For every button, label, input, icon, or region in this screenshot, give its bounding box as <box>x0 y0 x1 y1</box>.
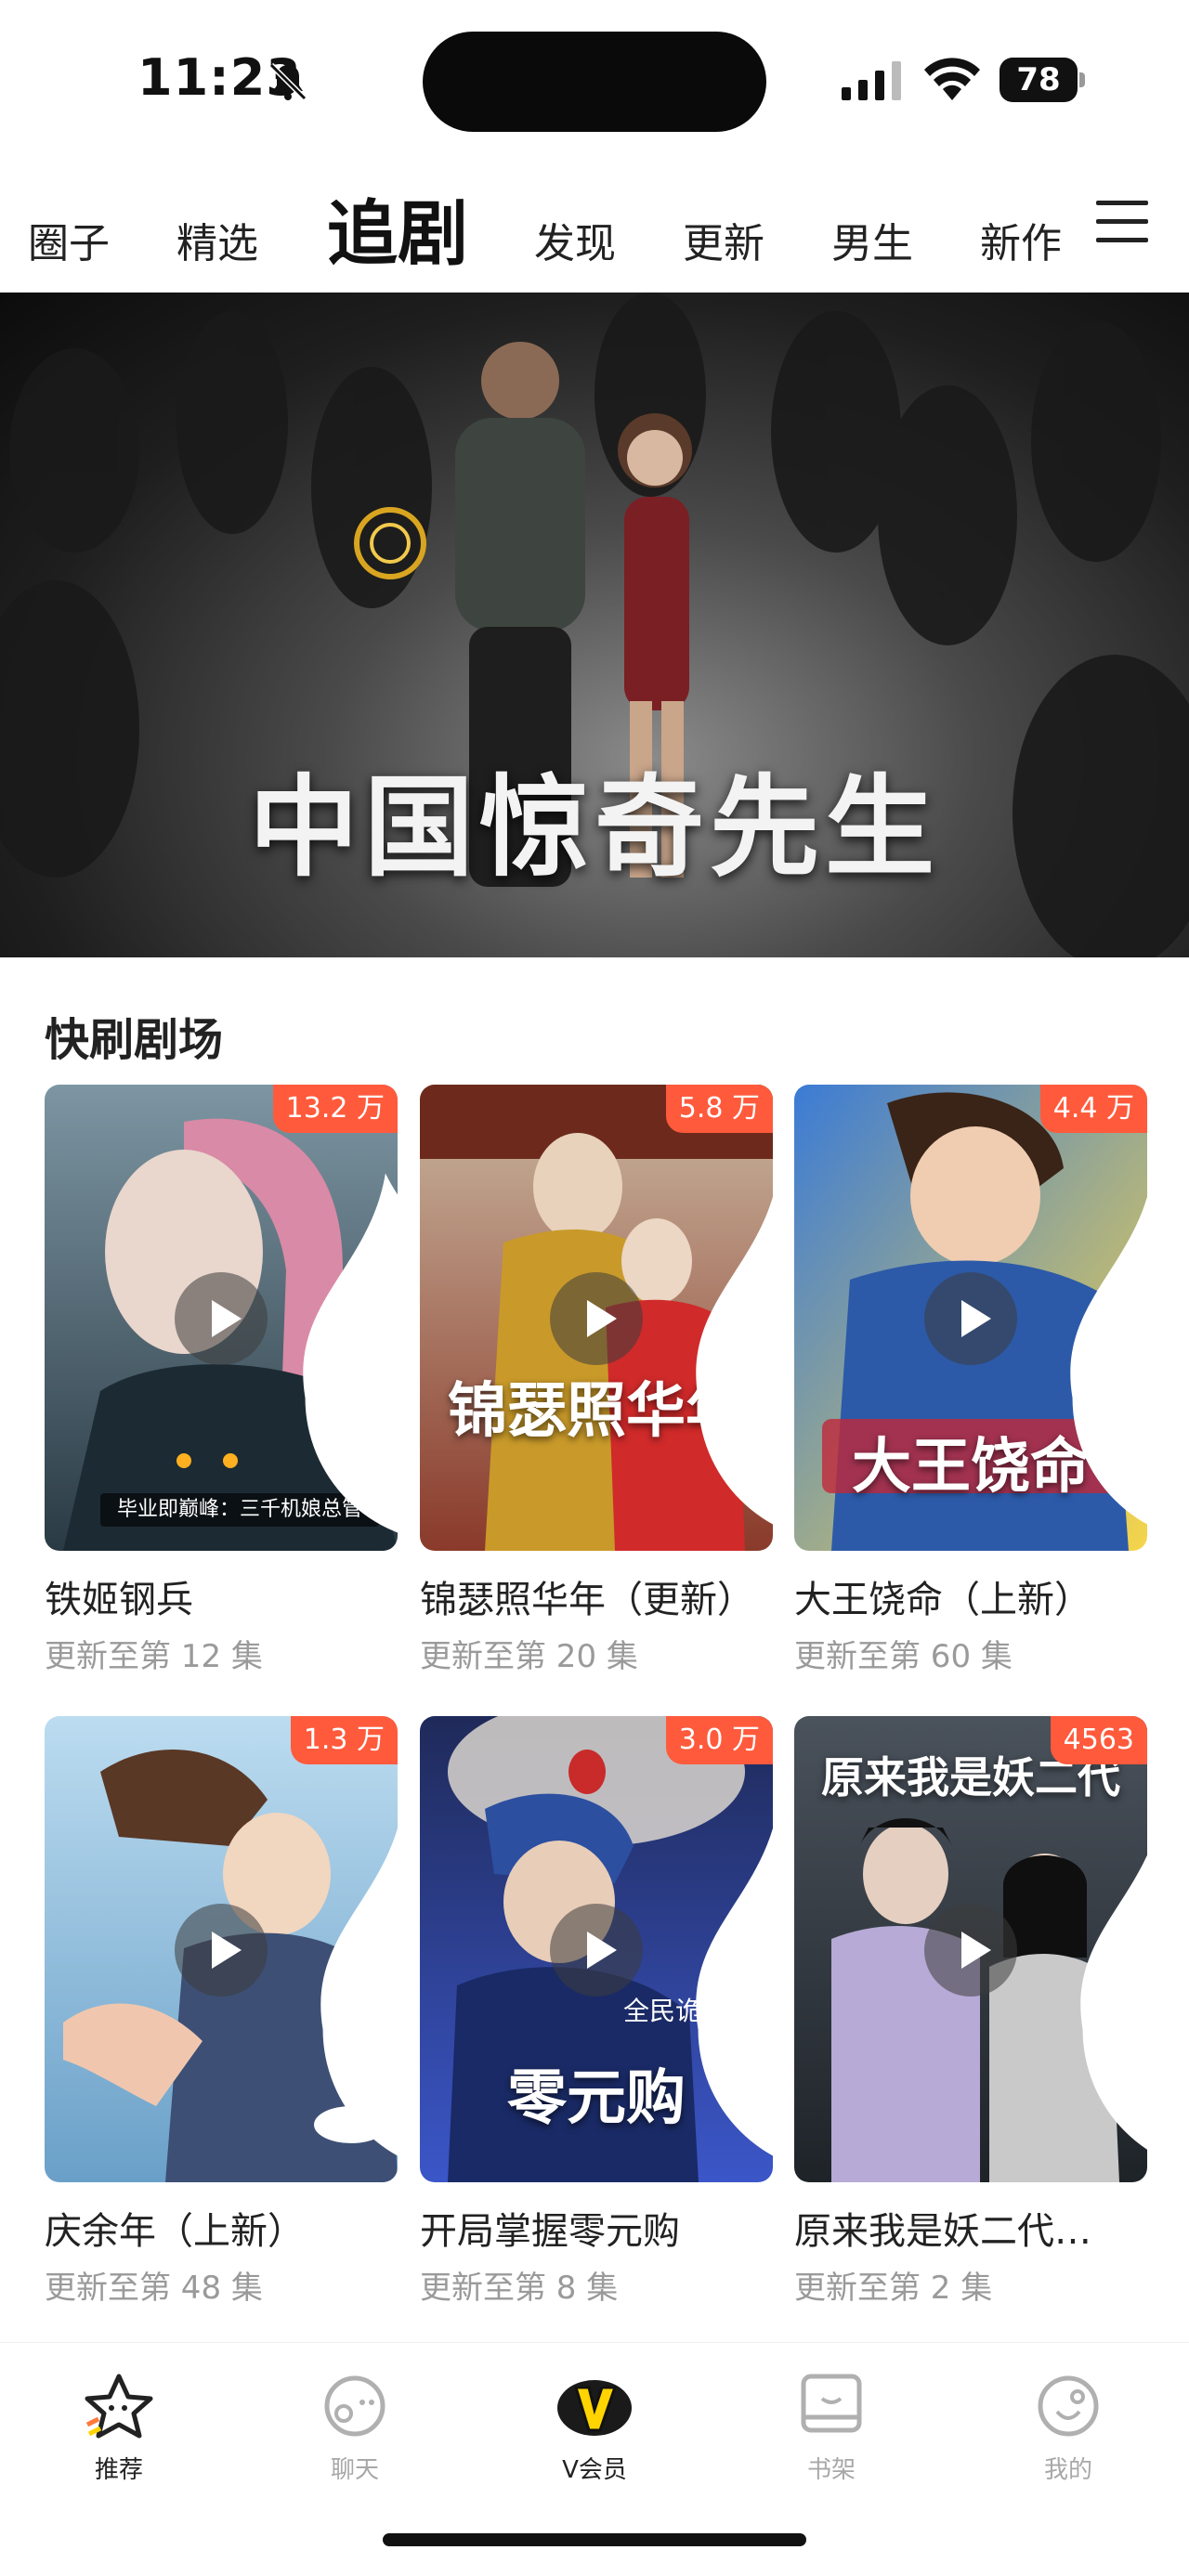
tab-new-works[interactable]: 新作 <box>980 210 1062 269</box>
play-icon[interactable] <box>175 1904 268 1997</box>
heat-badge: 4.4 万 <box>1039 1085 1147 1525</box>
play-icon[interactable] <box>924 1272 1017 1365</box>
banner-title: 中国惊奇先生 <box>248 762 940 891</box>
drama-cover[interactable]: 原来我是妖二代 4563 <box>794 1716 1147 2182</box>
nav-label: 推荐 <box>94 2456 143 2484</box>
play-icon[interactable] <box>550 1272 643 1365</box>
drama-title[interactable]: 大王饶命（上新） <box>794 1569 1147 1623</box>
drama-title[interactable]: 庆余年（上新） <box>45 2201 398 2255</box>
drama-card[interactable]: 大王饶命 4.4 万 大王饶命（上新） 更新至第 60 集 <box>794 1085 1147 1676</box>
tab-drama[interactable]: 追剧 <box>327 176 468 279</box>
drama-title[interactable]: 锦瑟照华年（更新） <box>420 1569 773 1623</box>
dynamic-island <box>423 32 766 132</box>
drama-cover[interactable]: 毕业即巅峰：三千机娘总管 13.2 万 <box>45 1085 398 1551</box>
menu-icon[interactable] <box>1096 201 1148 245</box>
flame-icon <box>696 1827 773 2156</box>
drama-card[interactable]: 原来我是妖二代 4563 原来我是妖二代… 更新至第 2 集 <box>794 1716 1147 2308</box>
nav-recommend[interactable]: 推荐 <box>54 2371 184 2485</box>
play-icon[interactable] <box>924 1904 1017 1997</box>
drama-card[interactable]: 全民诡异 零元购 3.0 万 开局掌握零元购 更新至第 8 集 <box>420 1716 773 2308</box>
play-icon[interactable] <box>175 1272 268 1365</box>
heat-badge: 4563 <box>1050 1716 1147 2151</box>
flame-icon <box>1070 1195 1147 1525</box>
top-tab-bar: 圈子 精选 追剧 发现 更新 男生 新作 <box>0 167 1189 297</box>
bell-muted-icon <box>268 62 307 101</box>
episode-status: 更新至第 60 集 <box>794 1638 1013 1675</box>
tab-discover[interactable]: 发现 <box>534 210 616 269</box>
episode-status: 更新至第 2 集 <box>794 2270 993 2307</box>
status-bar: 11:23 78 <box>0 0 1189 158</box>
section-title: 快刷剧场 <box>45 1014 224 1066</box>
drama-card[interactable]: 1.3 万 庆余年（上新） 更新至第 48 集 <box>45 1716 398 2308</box>
tab-updates[interactable]: 更新 <box>683 210 764 269</box>
chat-face-icon <box>324 2375 385 2437</box>
nav-label: 聊天 <box>330 2456 379 2484</box>
nav-bookshelf[interactable]: 书架 <box>766 2371 896 2485</box>
drama-cover[interactable]: 全民诡异 零元购 3.0 万 <box>420 1716 773 2182</box>
drama-title[interactable]: 开局掌握零元购 <box>420 2201 773 2255</box>
cellular-signal-icon <box>842 61 901 100</box>
drama-cover[interactable]: 锦瑟照华年 5.8 万 <box>420 1085 773 1551</box>
home-indicator[interactable] <box>383 2533 806 2546</box>
tab-male[interactable]: 男生 <box>831 210 913 269</box>
drama-title[interactable]: 铁姬钢兵 <box>45 1569 398 1623</box>
nav-label: V会员 <box>562 2456 627 2484</box>
episode-status: 更新至第 8 集 <box>420 2270 619 2307</box>
episode-status: 更新至第 48 集 <box>45 2270 263 2307</box>
vip-v-icon <box>557 2380 632 2436</box>
battery-level: 78 <box>1000 58 1078 102</box>
drama-title[interactable]: 原来我是妖二代… <box>794 2201 1147 2255</box>
hero-banner[interactable]: 中国惊奇先生 <box>0 293 1189 957</box>
bookshelf-icon <box>801 2374 862 2433</box>
tab-featured[interactable]: 精选 <box>176 210 258 269</box>
drama-card[interactable]: 毕业即巅峰：三千机娘总管 13.2 万 铁姬钢兵 更新至第 12 集 <box>45 1085 398 1676</box>
flame-icon <box>320 1827 398 2156</box>
drama-cover[interactable]: 1.3 万 <box>45 1716 398 2182</box>
profile-face-icon <box>1038 2375 1099 2437</box>
heat-badge: 3.0 万 <box>665 1716 773 2156</box>
nav-label: 我的 <box>1043 2456 1092 2484</box>
drama-card[interactable]: 锦瑟照华年 5.8 万 锦瑟照华年（更新） 更新至第 20 集 <box>420 1085 773 1676</box>
nav-chat[interactable]: 聊天 <box>290 2371 420 2485</box>
heat-badge: 1.3 万 <box>290 1716 398 2156</box>
flame-icon <box>303 1173 398 1533</box>
heat-badge: 13.2 万 <box>272 1085 398 1533</box>
nav-vip[interactable]: V会员 <box>529 2371 660 2485</box>
drama-cover[interactable]: 大王饶命 4.4 万 <box>794 1085 1147 1551</box>
nav-profile[interactable]: 我的 <box>1003 2371 1133 2485</box>
flame-icon <box>1080 1854 1147 2151</box>
flame-icon <box>696 1195 773 1525</box>
star-icon <box>85 2374 153 2439</box>
wifi-icon <box>924 58 980 100</box>
episode-status: 更新至第 20 集 <box>420 1638 638 1675</box>
episode-status: 更新至第 12 集 <box>45 1638 263 1675</box>
play-icon[interactable] <box>550 1904 643 1997</box>
nav-label: 书架 <box>806 2456 856 2484</box>
tab-circle[interactable]: 圈子 <box>28 210 110 269</box>
battery-indicator: 78 <box>1000 58 1085 102</box>
heat-badge: 5.8 万 <box>665 1085 773 1525</box>
